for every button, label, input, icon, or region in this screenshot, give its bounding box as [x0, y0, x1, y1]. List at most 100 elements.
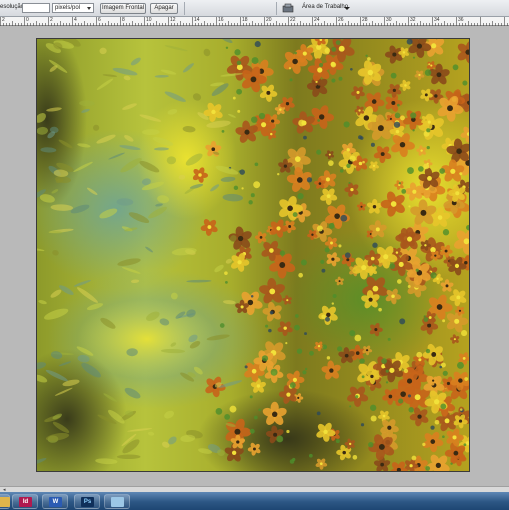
taskbar-folder-button[interactable]: [0, 494, 10, 509]
leaf-dot: [403, 368, 409, 374]
workspace-icon[interactable]: [282, 3, 294, 13]
workspace-label[interactable]: Área de Trabalho: [302, 4, 348, 10]
ruler-tick-label: 10: [146, 17, 152, 23]
divider: [184, 2, 185, 15]
leaf-dot: [355, 395, 359, 399]
ruler-tick-label: 2: [50, 17, 53, 23]
leaf-dot: [434, 419, 440, 425]
leaf-dot: [338, 244, 342, 248]
word-icon: W: [49, 497, 62, 507]
leaf-dot: [396, 279, 402, 284]
leaf-dot: [367, 57, 371, 61]
leaf-dot: [425, 348, 431, 354]
leaf-dot: [349, 155, 356, 162]
leaf-dot: [407, 285, 411, 288]
document-canvas[interactable]: [36, 38, 470, 472]
leaf-dot: [331, 46, 337, 52]
leaf-dot: [442, 319, 446, 323]
leaf-dot: [401, 189, 407, 194]
taskbar-explorer-button[interactable]: [104, 494, 130, 509]
ruler-tick-label: 20: [266, 17, 272, 23]
leaf-dot: [270, 368, 278, 376]
clear-button[interactable]: Apagar: [150, 3, 178, 14]
leaf-dot: [344, 252, 351, 259]
leaf-dot: [296, 348, 303, 354]
horizontal-ruler[interactable]: 2 0 2 4 6 8 10 12 14 16 18 20 22 24 26 28 30 32 34 36: [0, 17, 509, 26]
leaf-dot: [328, 160, 334, 166]
leaf-dot: [298, 272, 303, 278]
ruler-tick-label: 4: [74, 17, 77, 23]
leaf-dot: [331, 78, 336, 83]
leaf-dot: [258, 408, 261, 412]
leaf-dot: [317, 119, 321, 122]
leaf-dot: [300, 259, 307, 266]
leaf-dot: [423, 315, 426, 318]
leaf-dot: [316, 225, 323, 232]
leaf-dot: [461, 330, 468, 337]
leaf-dot: [294, 324, 300, 331]
leaf-dot: [370, 404, 377, 411]
ruler-tick-label: 12: [170, 17, 176, 23]
leaf-dot: [316, 411, 321, 416]
leaf-dot: [330, 62, 337, 68]
leaf-dot: [254, 162, 259, 167]
taskbar-indesign-button[interactable]: Id: [12, 494, 38, 509]
leaf-dot: [340, 214, 348, 222]
leaf-dot: [337, 346, 343, 352]
leaf-dot: [407, 394, 412, 398]
leaf-dot: [463, 443, 467, 447]
ruler-tick-label: 32: [410, 17, 416, 23]
leaf-dot: [352, 454, 358, 460]
leaf-dot: [244, 365, 248, 369]
resolution-input[interactable]: [22, 3, 50, 13]
resolution-unit-value: pixels/pol: [55, 5, 81, 11]
ruler-tick-label: 22: [290, 17, 296, 23]
leaf-dot: [343, 121, 350, 128]
leaf-dot: [229, 405, 237, 413]
leaf-dot: [298, 119, 305, 127]
leaf-dot: [295, 314, 299, 318]
leaf-dot: [370, 415, 377, 422]
leaf-dot: [378, 307, 382, 312]
leaf-dot: [335, 40, 341, 45]
leaf-dot: [322, 344, 328, 350]
front-image-button[interactable]: Imagem Frontal: [100, 3, 146, 14]
leaf-dot: [233, 185, 239, 191]
leaf-dot: [326, 356, 331, 360]
leaf-dot: [288, 67, 292, 70]
leaf-dot: [408, 407, 414, 413]
leaf-dot: [232, 96, 236, 100]
leaf-dot: [439, 168, 446, 174]
leaf-dot: [348, 181, 351, 185]
folder-icon: [0, 497, 10, 507]
taskbar-photoshop-button[interactable]: Ps: [74, 494, 100, 509]
leaf-dot: [320, 259, 325, 264]
leaf-dot: [294, 51, 297, 55]
leaf-dot: [325, 316, 330, 322]
leaf-dot: [430, 425, 435, 430]
leaf-dot: [359, 358, 365, 364]
leaf-dot: [439, 365, 443, 369]
leaf-dot: [385, 369, 389, 373]
leaf-dot: [308, 453, 313, 458]
leaf-dot: [302, 370, 307, 375]
leaf-dot: [265, 324, 269, 328]
leaf-dot: [268, 328, 272, 333]
leaf-dot: [368, 442, 374, 448]
leaf-dot: [442, 435, 445, 439]
leaf-dot: [304, 332, 307, 336]
leaf-dot: [399, 318, 406, 325]
leaf-dot: [321, 268, 326, 273]
chevron-down-icon[interactable]: [344, 7, 350, 10]
ruler-tick-label: 34: [434, 17, 440, 23]
taskbar-word-button[interactable]: W: [42, 494, 68, 509]
ruler-tick-label: 2: [2, 17, 5, 23]
leaf-dot: [393, 121, 401, 128]
leaf-dot: [381, 358, 387, 364]
leaf-dot: [236, 60, 242, 66]
leaf-dot: [452, 64, 459, 71]
leaf-dot: [339, 169, 344, 173]
leaf-dot: [225, 281, 228, 284]
canvas-area[interactable]: [0, 26, 509, 486]
resolution-unit-select[interactable]: pixels/pol: [52, 3, 94, 13]
